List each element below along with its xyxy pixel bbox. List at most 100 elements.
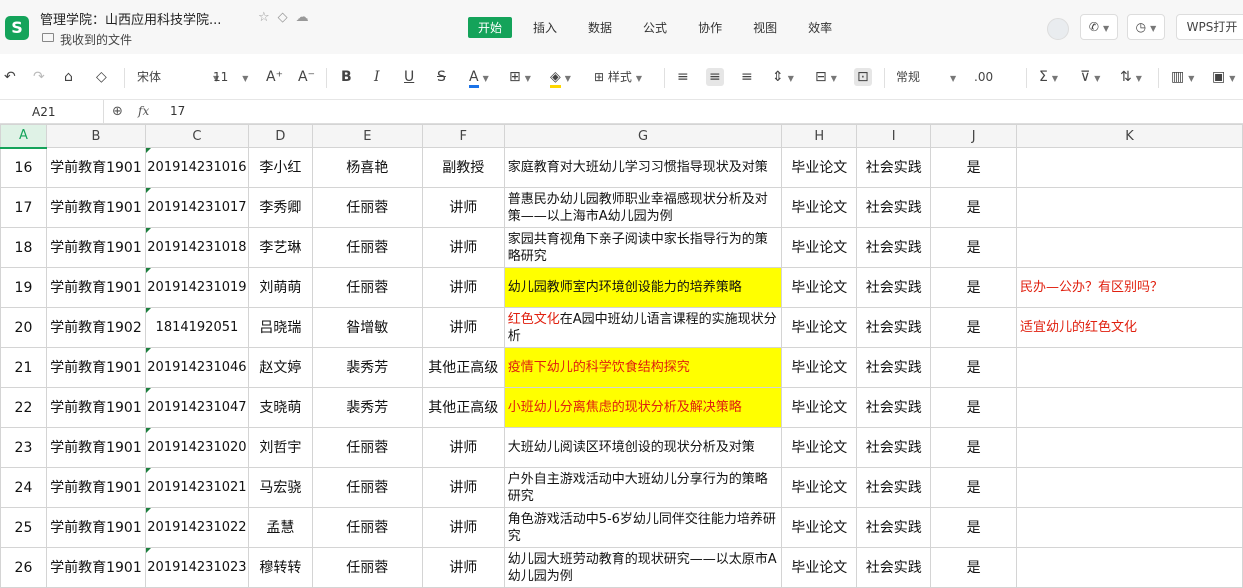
column-header-h[interactable]: H bbox=[781, 124, 858, 148]
underline-icon[interactable]: U bbox=[404, 68, 414, 86]
cell-type[interactable]: 毕业论文 bbox=[781, 147, 858, 188]
cell-no[interactable]: 20 bbox=[0, 307, 47, 348]
cell-advisor-title[interactable]: 其他正高级 bbox=[421, 347, 505, 388]
vertical-align-icon[interactable]: ⇕ ▼ bbox=[772, 68, 794, 88]
cell-note[interactable]: 适宜幼儿的红色文化 bbox=[1016, 307, 1243, 348]
cell-advisor-title[interactable]: 其他正高级 bbox=[421, 387, 505, 428]
cell-major[interactable]: 学前教育1901 bbox=[45, 267, 146, 308]
column-header-e[interactable]: E bbox=[311, 124, 423, 148]
align-left-icon[interactable]: ≡ bbox=[677, 68, 689, 86]
avatar[interactable] bbox=[1047, 18, 1069, 40]
merge-cells-icon[interactable]: ⊟ ▼ bbox=[815, 68, 837, 88]
cell-student-id[interactable]: 201914231023 bbox=[144, 547, 249, 588]
cell-note[interactable] bbox=[1016, 427, 1243, 468]
cell-major[interactable]: 学前教育1901 bbox=[45, 507, 146, 548]
cell-flag[interactable]: 是 bbox=[930, 307, 1018, 348]
menu-efficiency[interactable]: 效率 bbox=[798, 17, 842, 38]
wrap-text-icon[interactable]: ⊡ bbox=[854, 68, 872, 86]
italic-icon[interactable]: I bbox=[374, 68, 380, 86]
cell-topic[interactable]: 幼儿园教师室内环境创设能力的培养策略 bbox=[503, 267, 783, 308]
cell-type[interactable]: 毕业论文 bbox=[781, 467, 858, 508]
cell-no[interactable]: 16 bbox=[0, 147, 47, 188]
menu-view[interactable]: 视图 bbox=[743, 17, 787, 38]
number-format-select[interactable]: 常规 ▼ bbox=[896, 68, 956, 88]
menu-insert[interactable]: 插入 bbox=[523, 17, 567, 38]
cell-topic[interactable]: 小班幼儿分离焦虑的现状分析及解决策略 bbox=[503, 387, 783, 428]
menu-formula[interactable]: 公式 bbox=[633, 17, 677, 38]
cell-advisor-title[interactable]: 讲师 bbox=[421, 427, 505, 468]
cell-major[interactable]: 学前教育1902 bbox=[45, 307, 146, 348]
align-right-icon[interactable]: ≡ bbox=[741, 68, 753, 86]
cell-no[interactable]: 21 bbox=[0, 347, 47, 388]
cell-student-id[interactable]: 201914231046 bbox=[144, 347, 249, 388]
cell-type[interactable]: 毕业论文 bbox=[781, 227, 858, 268]
cell-flag[interactable]: 是 bbox=[930, 387, 1018, 428]
filter-icon[interactable]: ⊽ ▼ bbox=[1080, 68, 1100, 88]
cell-advisor-title[interactable]: 讲师 bbox=[421, 307, 505, 348]
cell-no[interactable]: 25 bbox=[0, 507, 47, 548]
cell-note[interactable] bbox=[1016, 547, 1243, 588]
cell-type[interactable]: 毕业论文 bbox=[781, 347, 858, 388]
cell-source[interactable]: 社会实践 bbox=[856, 347, 932, 388]
border-icon[interactable]: ⊞ ▼ bbox=[509, 68, 531, 88]
document-title[interactable]: 管理学院：山西应用科技学院... bbox=[40, 9, 221, 28]
zoom-icon[interactable]: ⊕ bbox=[112, 104, 123, 119]
cell-no[interactable]: 24 bbox=[0, 467, 47, 508]
cell-flag[interactable]: 是 bbox=[930, 187, 1018, 228]
cell-student-id[interactable]: 201914231018 bbox=[144, 227, 249, 268]
cell-advisor[interactable]: 任丽蓉 bbox=[311, 267, 423, 308]
document-location[interactable]: 我收到的文件 bbox=[60, 31, 132, 48]
tag-icon[interactable]: ◇ bbox=[278, 10, 296, 25]
share-button[interactable]: ✆ ▼ bbox=[1080, 14, 1118, 40]
cell-source[interactable]: 社会实践 bbox=[856, 547, 932, 588]
fx-icon[interactable]: fx bbox=[138, 104, 149, 118]
cell-major[interactable]: 学前教育1901 bbox=[45, 227, 146, 268]
cell-advisor[interactable]: 裴秀芳 bbox=[311, 347, 423, 388]
cell-source[interactable]: 社会实践 bbox=[856, 307, 932, 348]
menu-start[interactable]: 开始 bbox=[468, 17, 513, 38]
cell-advisor[interactable]: 任丽蓉 bbox=[311, 427, 423, 468]
decrease-font-icon[interactable]: A⁻ bbox=[298, 68, 315, 86]
cell-advisor-title[interactable]: 讲师 bbox=[421, 187, 505, 228]
cell-advisor-title[interactable]: 讲师 bbox=[421, 467, 505, 508]
cell-student-name[interactable]: 吕晓瑞 bbox=[247, 307, 313, 348]
bold-icon[interactable]: B bbox=[341, 68, 352, 86]
cell-note[interactable] bbox=[1016, 187, 1243, 228]
cell-major[interactable]: 学前教育1901 bbox=[45, 427, 146, 468]
name-box[interactable]: A21 bbox=[0, 100, 104, 124]
cell-source[interactable]: 社会实践 bbox=[856, 227, 932, 268]
cell-advisor-title[interactable]: 讲师 bbox=[421, 547, 505, 588]
cell-advisor-title[interactable]: 讲师 bbox=[421, 227, 505, 268]
cell-student-id[interactable]: 1814192051 bbox=[144, 307, 249, 348]
cell-no[interactable]: 22 bbox=[0, 387, 47, 428]
column-header-d[interactable]: D bbox=[247, 124, 313, 148]
cell-major[interactable]: 学前教育1901 bbox=[45, 187, 146, 228]
column-header-b[interactable]: B bbox=[45, 124, 146, 148]
cell-advisor-title[interactable]: 副教授 bbox=[421, 147, 505, 188]
cell-major[interactable]: 学前教育1901 bbox=[45, 387, 146, 428]
format-painter-icon[interactable]: ⌂ bbox=[64, 68, 73, 86]
style-button[interactable]: ⊞ 样式 ▼ bbox=[594, 68, 642, 88]
cell-advisor[interactable]: 昝增敏 bbox=[311, 307, 423, 348]
font-name-select[interactable]: 宋体 ▼ bbox=[137, 68, 219, 88]
cell-source[interactable]: 社会实践 bbox=[856, 187, 932, 228]
cell-flag[interactable]: 是 bbox=[930, 507, 1018, 548]
cell-flag[interactable]: 是 bbox=[930, 467, 1018, 508]
cell-note[interactable] bbox=[1016, 147, 1243, 188]
cell-source[interactable]: 社会实践 bbox=[856, 267, 932, 308]
sort-icon[interactable]: ⇅ ▼ bbox=[1120, 68, 1142, 88]
cell-type[interactable]: 毕业论文 bbox=[781, 427, 858, 468]
cell-type[interactable]: 毕业论文 bbox=[781, 387, 858, 428]
history-button[interactable]: ◷ ▼ bbox=[1127, 14, 1165, 40]
cell-note[interactable] bbox=[1016, 347, 1243, 388]
cell-flag[interactable]: 是 bbox=[930, 547, 1018, 588]
wps-open-button[interactable]: WPS打开 bbox=[1176, 14, 1243, 40]
cell-topic[interactable]: 户外自主游戏活动中大班幼儿分享行为的策略研究 bbox=[503, 467, 783, 508]
chart-icon[interactable]: ▥ ▼ bbox=[1171, 68, 1194, 88]
column-header-g[interactable]: G bbox=[503, 124, 783, 148]
cell-student-id[interactable]: 201914231022 bbox=[144, 507, 249, 548]
column-header-i[interactable]: I bbox=[856, 124, 932, 148]
cell-no[interactable]: 17 bbox=[0, 187, 47, 228]
cell-topic[interactable]: 普惠民办幼儿园教师职业幸福感现状分析及对策——以上海市A幼儿园为例 bbox=[503, 187, 783, 228]
cell-student-name[interactable]: 赵文婷 bbox=[247, 347, 313, 388]
